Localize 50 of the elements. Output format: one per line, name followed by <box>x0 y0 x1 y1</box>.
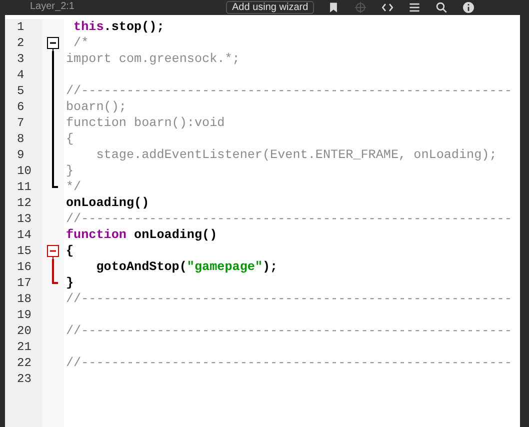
line-number: 22 <box>16 355 32 371</box>
line-number: 8 <box>16 131 26 147</box>
code-line: } <box>66 275 74 291</box>
collapse-icon[interactable] <box>47 35 59 51</box>
line-number: 9 <box>16 147 26 163</box>
code-line: */ <box>66 179 82 195</box>
code-line: function boarn():void <box>66 115 225 131</box>
bookmark-icon[interactable] <box>328 2 340 12</box>
line-number: 13 <box>16 211 32 227</box>
code-line: import com.greensock.*; <box>66 51 240 67</box>
line-number: 16 <box>16 259 32 275</box>
line-number: 18 <box>16 291 32 307</box>
line-number: 17 <box>16 275 32 291</box>
line-number: 4 <box>16 67 26 83</box>
code-line: onLoading() <box>66 195 150 211</box>
line-number: 6 <box>16 99 26 115</box>
code-line: //--------------------------------------------------------- <box>66 291 512 307</box>
code-line: //--------------------------------------------------------- <box>66 83 512 99</box>
code-line: stage.addEventListener(Event.ENTER_FRAME, onLoading); <box>95 147 497 163</box>
line-number: 20 <box>16 323 32 339</box>
code-line: function onLoading() <box>66 227 218 243</box>
code-line: gotoAndStop("gamepage"); <box>95 259 278 275</box>
list-icon[interactable] <box>409 2 420 12</box>
line-number: 2 <box>16 35 26 51</box>
line-number: 21 <box>16 339 32 355</box>
code-line: { <box>66 131 74 147</box>
line-number: 1 <box>16 19 26 35</box>
line-number: 12 <box>16 195 32 211</box>
code-line: //--------------------------------------------------------- <box>66 323 512 339</box>
code-line: //--------------------------------------------------------- <box>66 211 512 227</box>
line-number: 5 <box>16 83 26 99</box>
layer-label: Layer_2:1 <box>30 1 76 13</box>
line-number: 14 <box>16 227 32 243</box>
code-line: } <box>66 163 74 179</box>
code-line: /* <box>72 35 89 51</box>
line-number: 11 <box>16 179 32 195</box>
code-line: //--------------------------------------------------------- <box>66 355 512 371</box>
wizard-button[interactable]: Add using wizard <box>226 0 314 14</box>
info-icon[interactable] <box>463 2 474 12</box>
code-icon[interactable] <box>382 2 394 12</box>
line-number: 10 <box>16 163 32 179</box>
line-number: 23 <box>16 371 32 387</box>
line-number: 3 <box>16 51 26 67</box>
code-line: boarn(); <box>66 99 126 115</box>
code-line: this.stop(); <box>72 19 164 35</box>
code-line: { <box>66 243 74 259</box>
search-icon[interactable] <box>436 2 448 12</box>
line-number: 7 <box>16 115 26 131</box>
line-number: 19 <box>16 307 32 323</box>
line-number: 15 <box>16 243 32 259</box>
